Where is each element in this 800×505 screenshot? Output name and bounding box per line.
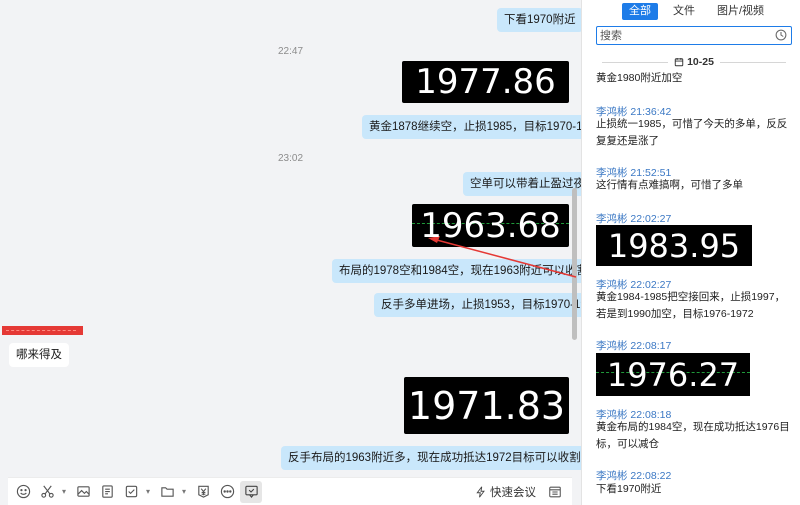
more-icon[interactable]	[216, 481, 238, 503]
history-panel: 全部 文件 图片/视频 10-25 黄金1980附近加空 李鸿彬 21:36:4…	[582, 0, 800, 505]
lightning-icon	[476, 486, 485, 498]
calendar-icon	[674, 57, 684, 67]
list-window-icon	[549, 486, 561, 498]
history-message[interactable]: 止损统一1985，可惜了今天的多单，反反复复还是涨了	[596, 116, 792, 150]
document-icon[interactable]	[96, 481, 118, 503]
history-image[interactable]: 1983.95	[596, 225, 752, 266]
tab-files[interactable]: 文件	[666, 3, 702, 20]
quick-meeting-label: 快速会议	[490, 487, 536, 499]
chat-area: 下看1970附近 22:47 1977.86 黄金1878继续空，止损1985，…	[0, 0, 581, 505]
image-icon[interactable]	[72, 481, 94, 503]
filter-tabs: 全部 文件 图片/视频	[622, 3, 777, 20]
clock-icon[interactable]	[775, 29, 787, 41]
chevron-down-icon[interactable]: ▾	[144, 481, 152, 503]
image-message[interactable]: 1963.68	[412, 204, 569, 247]
message-bubble[interactable]: 哪来得及	[9, 343, 69, 367]
price-readout: 1976.27	[606, 355, 740, 394]
quick-meeting-button[interactable]: 快速会议	[475, 481, 536, 503]
divider-line	[602, 61, 669, 63]
history-message[interactable]: 黄金1984-1985把空接回来，止损1997，若是到1990加空，目标1976…	[596, 289, 792, 323]
chevron-down-icon[interactable]: ▾	[180, 481, 188, 503]
history-message[interactable]: 黄金1980附近加空	[596, 70, 792, 87]
yen-icon[interactable]	[192, 481, 214, 503]
date-label: 10-25	[687, 56, 714, 68]
history-sender: 李鸿彬 22:02:27	[596, 213, 672, 225]
tab-media[interactable]: 图片/视频	[710, 3, 771, 20]
image-message[interactable]: 1977.86	[402, 61, 569, 103]
message-timestamp: 22:47	[278, 46, 304, 57]
message-timestamp: 23:02	[278, 153, 304, 164]
tab-all[interactable]: 全部	[622, 3, 658, 20]
price-readout: 1963.68	[420, 205, 561, 246]
history-image[interactable]: 1976.27	[596, 353, 750, 396]
emoji-icon[interactable]	[12, 481, 34, 503]
chevron-down-icon[interactable]: ▾	[60, 481, 68, 503]
date-separator: 10-25	[596, 56, 792, 68]
history-message[interactable]: 黄金布局的1984空，现在成功抵达1976目标，可以减仓	[596, 419, 792, 453]
divider-line	[719, 61, 787, 63]
price-readout: 1983.95	[607, 226, 741, 265]
message-bubble[interactable]: 空单可以带着止盈过夜	[463, 172, 581, 196]
input-toolbar: ▾ ▾ ▾ 快速会议	[8, 477, 572, 505]
history-message[interactable]: 这行情有点难搞啊，可惜了多单	[596, 177, 792, 194]
message-bubble[interactable]: 黄金1878继续空，止损1985，目标1970-1965	[362, 115, 581, 139]
chat-scrollbar[interactable]	[572, 188, 577, 340]
price-readout: 1971.83	[407, 383, 566, 428]
folder-icon[interactable]	[156, 481, 178, 503]
scissors-icon[interactable]	[36, 481, 58, 503]
history-message[interactable]: 下看1970附近	[596, 481, 792, 498]
search-input[interactable]	[597, 27, 767, 44]
message-bubble[interactable]: 布局的1978空和1984空，现在1963附近可以收割出局	[332, 259, 581, 283]
image-message[interactable]: 1971.83	[404, 377, 569, 434]
chat-record-icon[interactable]	[240, 480, 262, 503]
history-sender: 李鸿彬 22:08:17	[596, 340, 672, 352]
message-bubble[interactable]: 反手多单进场，止损1953，目标1970-1972	[374, 293, 581, 317]
task-icon[interactable]	[120, 481, 142, 503]
redaction-mark	[6, 330, 76, 331]
message-bubble[interactable]: 反手布局的1963附近多，现在成功抵达1972目标可以收割出局休息	[281, 446, 581, 470]
message-bubble[interactable]: 下看1970附近	[497, 8, 581, 32]
price-readout: 1977.86	[415, 62, 556, 102]
message-history-button[interactable]	[544, 481, 566, 503]
search-box	[596, 26, 792, 45]
